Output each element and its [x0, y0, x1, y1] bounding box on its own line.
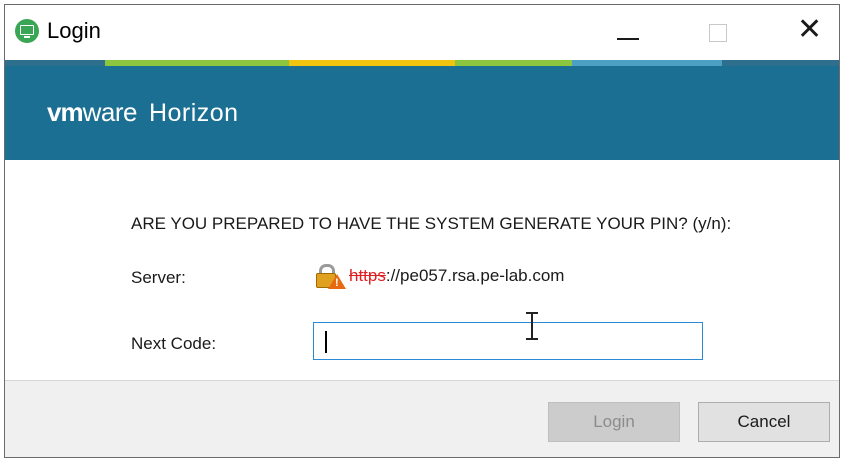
server-address: ://pe057.rsa.pe-lab.com: [385, 266, 565, 285]
login-form: ARE YOU PREPARED TO HAVE THE SYSTEM GENE…: [5, 160, 839, 380]
logo-product: Horizon: [148, 99, 239, 127]
next-code-input[interactable]: [313, 322, 703, 360]
close-button[interactable]: ✕: [775, 5, 839, 60]
next-code-label: Next Code:: [131, 334, 217, 353]
minimize-icon: [617, 38, 639, 40]
login-window: Login ✕ vmware Horizon ARE YOU PREPARED T…: [4, 4, 840, 458]
logo-vm: vm: [47, 97, 84, 127]
logo-ware: ware: [82, 97, 138, 127]
server-label: Server:: [131, 268, 186, 287]
certificate-warning-lock-icon[interactable]: !: [313, 263, 347, 289]
title-bar: Login ✕: [5, 5, 839, 60]
maximize-button: [685, 5, 755, 60]
server-scheme-untrusted: https: [349, 266, 386, 285]
close-icon: ✕: [797, 12, 823, 47]
login-button[interactable]: Login: [548, 402, 680, 442]
horizon-client-icon: [15, 19, 39, 43]
window-title: Login: [47, 18, 101, 43]
cancel-button[interactable]: Cancel: [698, 402, 830, 442]
ibeam-cursor-icon: [525, 311, 539, 341]
vmware-horizon-banner: vmware Horizon: [5, 66, 839, 160]
button-bar: Login Cancel: [5, 380, 839, 457]
minimize-button[interactable]: [595, 5, 665, 60]
pin-prompt-text: ARE YOU PREPARED TO HAVE THE SYSTEM GENE…: [131, 214, 732, 233]
text-caret: [325, 331, 327, 353]
vmware-horizon-logo: vmware Horizon: [47, 96, 239, 129]
maximize-icon: [709, 24, 727, 42]
server-value: ! https://pe057.rsa.pe-lab.com: [313, 263, 564, 289]
